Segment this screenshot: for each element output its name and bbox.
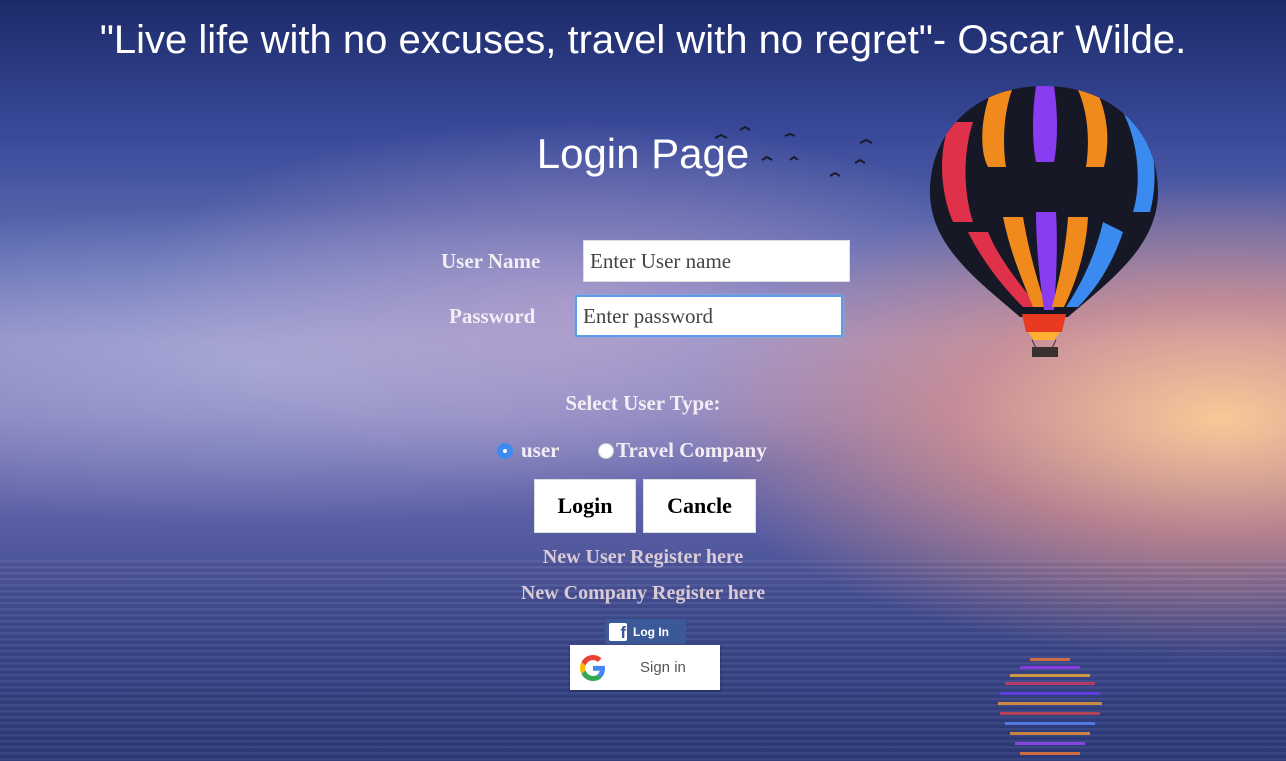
username-input[interactable]	[583, 240, 850, 282]
google-signin-label: Sign in	[640, 659, 686, 676]
google-icon	[580, 654, 605, 681]
hot-air-balloon-image	[930, 86, 1158, 357]
facebook-icon: f	[609, 622, 627, 641]
password-label: Password	[449, 304, 536, 328]
birds-image	[714, 125, 873, 177]
facebook-login-button[interactable]: f Log In	[605, 619, 686, 644]
radio-travel-company-label[interactable]: Travel Company	[616, 438, 767, 463]
select-user-type-label: Select User Type:	[565, 391, 721, 415]
radio-user-label[interactable]: user	[521, 438, 560, 463]
google-signin-button[interactable]: Sign in	[570, 645, 720, 690]
new-user-register-link[interactable]: New User Register here	[0, 546, 1286, 569]
password-input[interactable]	[575, 295, 843, 337]
radio-travel-company[interactable]	[598, 443, 614, 459]
balloon-reflection	[998, 658, 1102, 755]
quote-banner: "Live life with no excuses, travel with …	[99, 18, 1187, 62]
new-company-register-link[interactable]: New Company Register here	[0, 582, 1286, 605]
radio-user[interactable]	[497, 443, 513, 459]
username-label: User Name	[441, 249, 541, 273]
cancel-button[interactable]: Cancle	[643, 479, 756, 533]
facebook-login-label: Log In	[633, 624, 669, 639]
login-button[interactable]: Login	[534, 479, 636, 533]
